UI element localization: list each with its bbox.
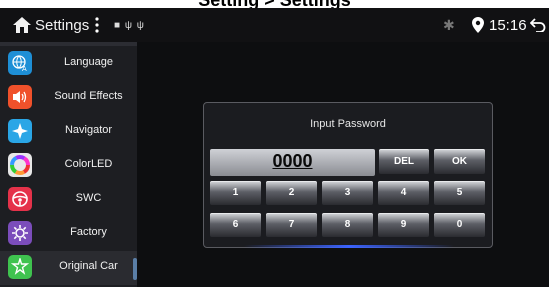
dialog-title: Input Password: [310, 118, 386, 130]
del-button[interactable]: DEL: [379, 149, 429, 174]
sidebar-item-navigator[interactable]: Navigator: [0, 115, 137, 149]
key-7[interactable]: 7: [266, 213, 317, 237]
sidebar-item-label: Factory: [70, 226, 107, 238]
car-settings-icon: [8, 255, 32, 279]
sidebar-item-label: Sound Effects: [54, 90, 123, 102]
key-2[interactable]: 2: [266, 181, 317, 205]
key-5[interactable]: 5: [434, 181, 485, 205]
key-9[interactable]: 9: [378, 213, 429, 237]
sidebar-item-label: SWC: [75, 192, 102, 204]
key-8[interactable]: 8: [322, 213, 373, 237]
sidebar-item-language[interactable]: A Language: [0, 47, 137, 81]
notification-icons: ■ ψ ψ: [114, 20, 145, 31]
key-1[interactable]: 1: [210, 181, 261, 205]
sidebar-item-swc[interactable]: SWC: [0, 183, 137, 217]
more-menu-icon[interactable]: [94, 16, 100, 34]
password-value: 0000: [272, 151, 313, 171]
back-icon[interactable]: [530, 18, 546, 32]
ok-button[interactable]: OK: [434, 149, 485, 174]
location-icon: [472, 17, 484, 33]
compass-star-icon: [8, 119, 32, 143]
key-4[interactable]: 4: [378, 181, 429, 205]
sidebar-item-label: Navigator: [64, 124, 113, 136]
top-caption: Setting > Settings: [0, 0, 549, 8]
sidebar-item-label: Original Car: [59, 260, 118, 272]
clock: 15:16: [489, 17, 527, 34]
app-title: Settings: [35, 17, 90, 34]
password-dialog: Input Password 0000 DEL OK 1 2 3 4 5 6 7…: [203, 102, 493, 248]
sidebar-item-label: ColorLED: [64, 158, 113, 170]
password-input[interactable]: 0000: [210, 149, 375, 176]
speaker-icon: [8, 85, 32, 109]
sidebar-top-partial-item: [0, 42, 137, 46]
sidebar-item-sound-effects[interactable]: Sound Effects: [0, 81, 137, 115]
svg-text:A: A: [22, 66, 27, 72]
key-6[interactable]: 6: [210, 213, 261, 237]
steering-wheel-icon: [8, 187, 32, 211]
sidebar-item-label: Language: [64, 56, 113, 68]
key-3[interactable]: 3: [322, 181, 373, 205]
home-icon[interactable]: [11, 15, 33, 35]
sidebar-item-factory[interactable]: Factory: [0, 217, 137, 251]
caption-text: Setting > Settings: [0, 0, 549, 8]
factory-gear-icon: [8, 221, 32, 245]
settings-sidebar[interactable]: A Language Sound Effects Navigator Color…: [0, 42, 137, 287]
status-bar: Settings ■ ψ ψ ✱ 15:16: [0, 8, 549, 42]
bluetooth-icon: ✱: [443, 17, 455, 33]
sidebar-item-original-car[interactable]: Original Car: [0, 251, 137, 285]
dialog-glow-line: [244, 245, 454, 248]
globe-language-icon: A: [8, 51, 32, 75]
color-wheel-icon: [8, 153, 32, 177]
sidebar-item-colorled[interactable]: ColorLED: [0, 149, 137, 183]
key-0[interactable]: 0: [434, 213, 485, 237]
